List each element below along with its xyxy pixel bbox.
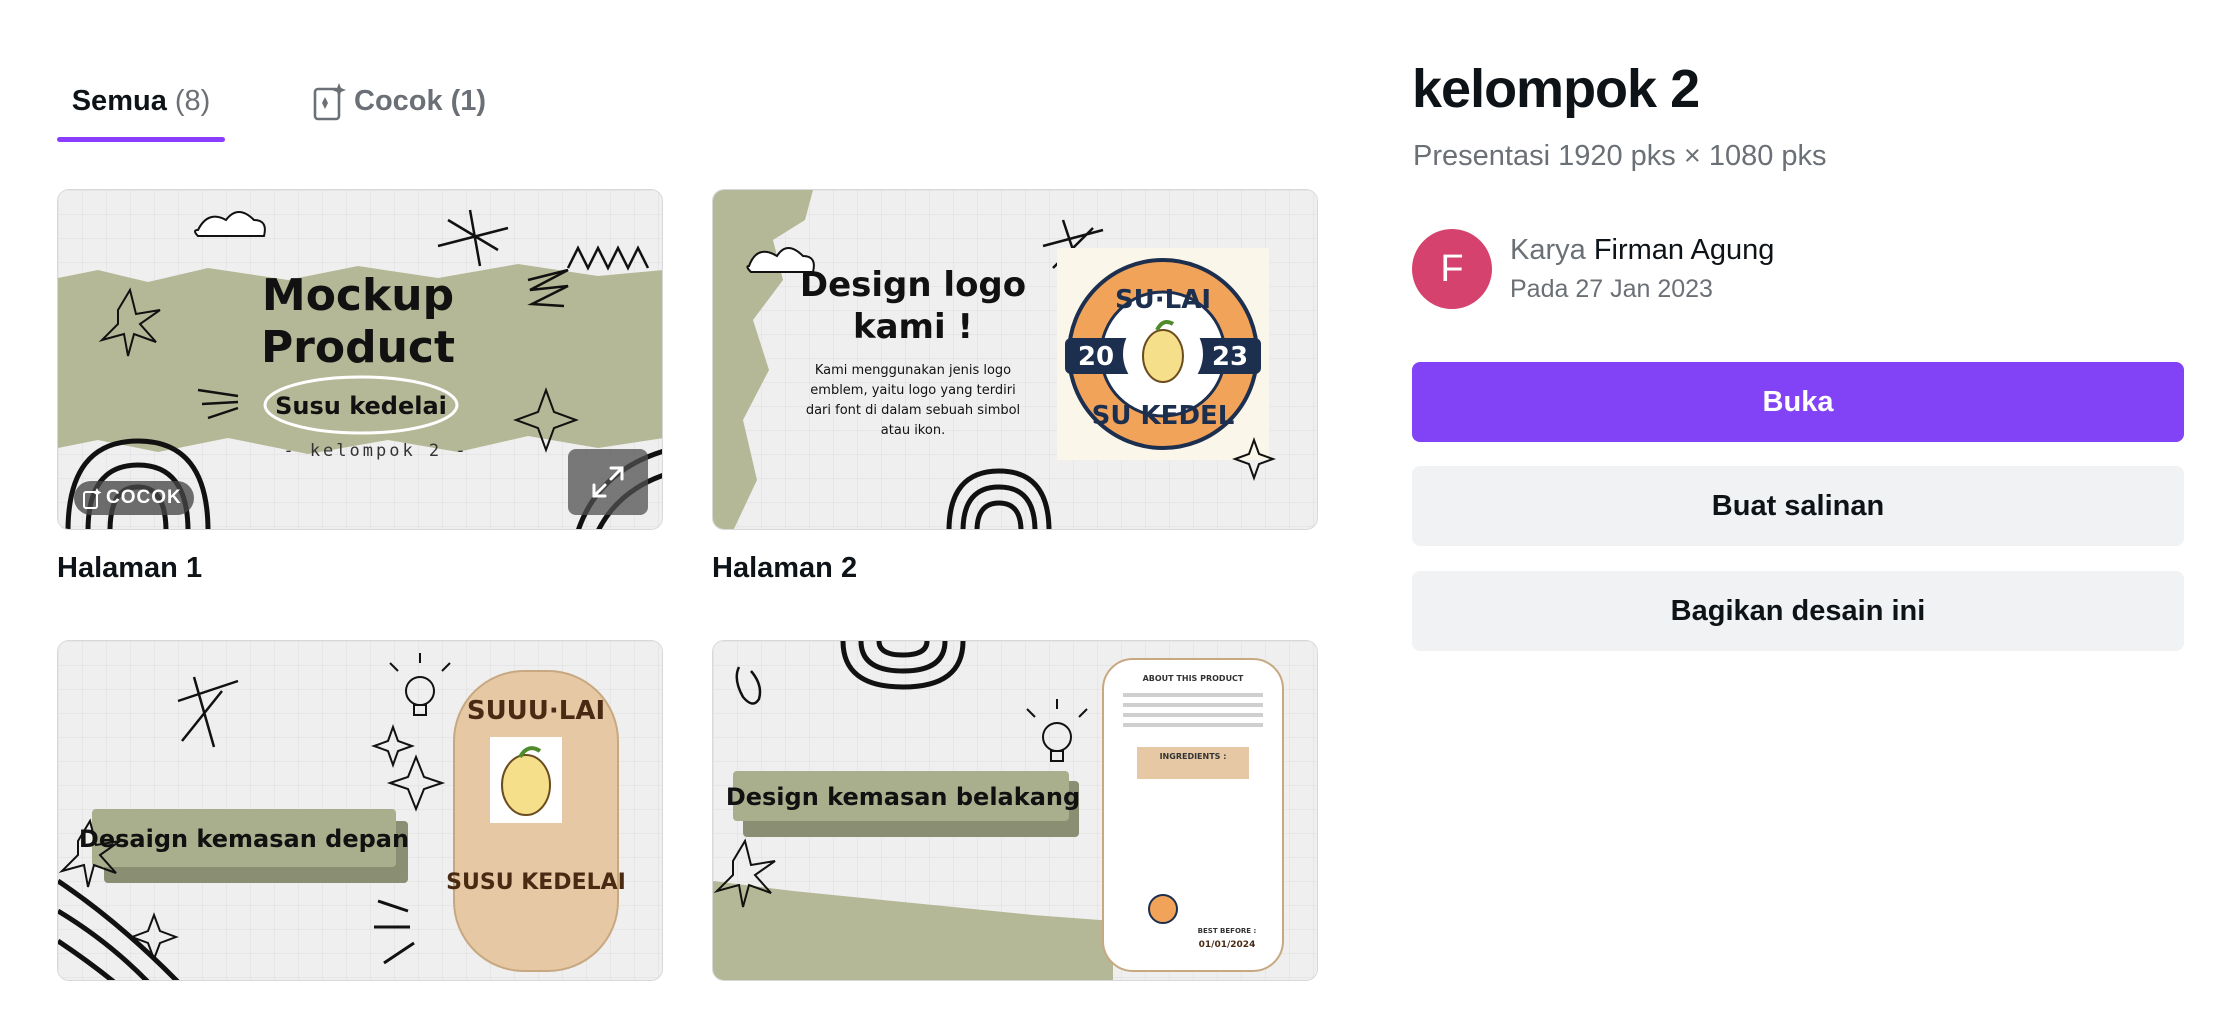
expand-button[interactable] [568, 449, 648, 515]
author-name[interactable]: Firman Agung [1594, 234, 1775, 266]
page-thumbnail-2[interactable]: Design logo kami ! Kami menggunakan jeni… [712, 189, 1318, 530]
author-prefix: Karya [1510, 234, 1586, 266]
magic-match-icon [83, 488, 102, 509]
tab-bar: Semua (8) Cocok (1) [57, 60, 957, 142]
page-3-pack-bottom: SUSU KEDELAI [446, 870, 626, 895]
author-text: Karya Firman Agung Pada 27 Jan 2023 [1510, 234, 1774, 304]
page-2-artwork: Design logo kami ! Kami menggunakan jeni… [713, 190, 1317, 529]
author-info: F Karya Firman Agung Pada 27 Jan 2023 [1412, 228, 1774, 310]
page-label-1: Halaman 1 [57, 552, 203, 584]
page-thumbnail-4[interactable]: Design kemasan belakang ABOUT THIS PRODU… [712, 640, 1318, 981]
tab-match-count: (1) [450, 84, 487, 117]
avatar[interactable]: F [1412, 229, 1492, 309]
design-title: kelompok 2 [1412, 59, 1700, 119]
tab-all[interactable]: Semua (8) [57, 60, 225, 142]
page-3-heading: Desaign kemasan depan [79, 825, 409, 853]
page-1-heading-line2: Product [261, 322, 455, 373]
design-subtitle: Presentasi 1920 pks × 1080 pks [1413, 140, 1827, 172]
author-line: Karya Firman Agung [1510, 234, 1774, 267]
make-copy-button[interactable]: Buat salinan [1412, 466, 2184, 546]
design-date: Pada 27 Jan 2023 [1510, 275, 1713, 303]
page-thumbnail-1[interactable]: Mockup Product Susu kedelai - kelompok 2… [57, 189, 663, 530]
share-design-button[interactable]: Bagikan desain ini [1412, 571, 2184, 651]
page-label-2: Halaman 2 [712, 552, 858, 584]
page-4-artwork: Design kemasan belakang ABOUT THIS PRODU… [713, 641, 1317, 980]
page-2-logo-right: 23 [1212, 342, 1248, 372]
page-2-heading-line2: kami ! [853, 307, 973, 347]
cocok-badge-label: COCOK [106, 487, 182, 508]
page-1-heading-line1: Mockup [262, 270, 454, 321]
magic-match-icon [313, 83, 346, 121]
page-2-logo-left: 20 [1078, 342, 1114, 372]
page-4-pack-date: 01/01/2024 [1199, 940, 1256, 950]
expand-icon [592, 466, 624, 498]
page-2-body-3: dari font di dalam sebuah simbol [806, 403, 1020, 418]
page-4-pack-best-before: BEST BEFORE : [1198, 927, 1257, 935]
page-1-caption: - kelompok 2 - [283, 441, 468, 461]
page-4-pack-title: ABOUT THIS PRODUCT [1143, 674, 1244, 683]
active-tab-indicator [57, 137, 225, 142]
page-2-heading-line1: Design logo [800, 265, 1026, 305]
page-2-body-1: Kami menggunakan jenis logo [815, 363, 1011, 378]
page-thumbnail-3[interactable]: Desaign kemasan depan SUUU·LAI SUSU KEDE… [57, 640, 663, 981]
page-2-body-2: emblem, yaitu logo yang terdiri [810, 383, 1015, 398]
tab-all-label: Semua [71, 84, 167, 117]
page-3-artwork: Desaign kemasan depan SUUU·LAI SUSU KEDE… [58, 641, 662, 980]
tab-all-count: (8) [174, 84, 211, 117]
page-4-heading: Design kemasan belakang [726, 783, 1080, 811]
open-button[interactable]: Buka [1412, 362, 2184, 442]
tab-match[interactable]: Cocok (1) [312, 60, 486, 142]
page-2-body-4: atau ikon. [881, 423, 945, 438]
page-2-logo-bottom: SU KEDEL [1092, 401, 1235, 431]
page-3-pack-top: SUUU·LAI [467, 696, 605, 726]
page-2-logo-top: SU·LAI [1115, 285, 1211, 315]
tab-match-label: Cocok [354, 84, 443, 117]
page-4-pack-ingredients: INGREDIENTS : [1160, 752, 1227, 761]
cocok-badge: COCOK [74, 481, 194, 515]
page-1-subheading: Susu kedelai [275, 392, 447, 420]
